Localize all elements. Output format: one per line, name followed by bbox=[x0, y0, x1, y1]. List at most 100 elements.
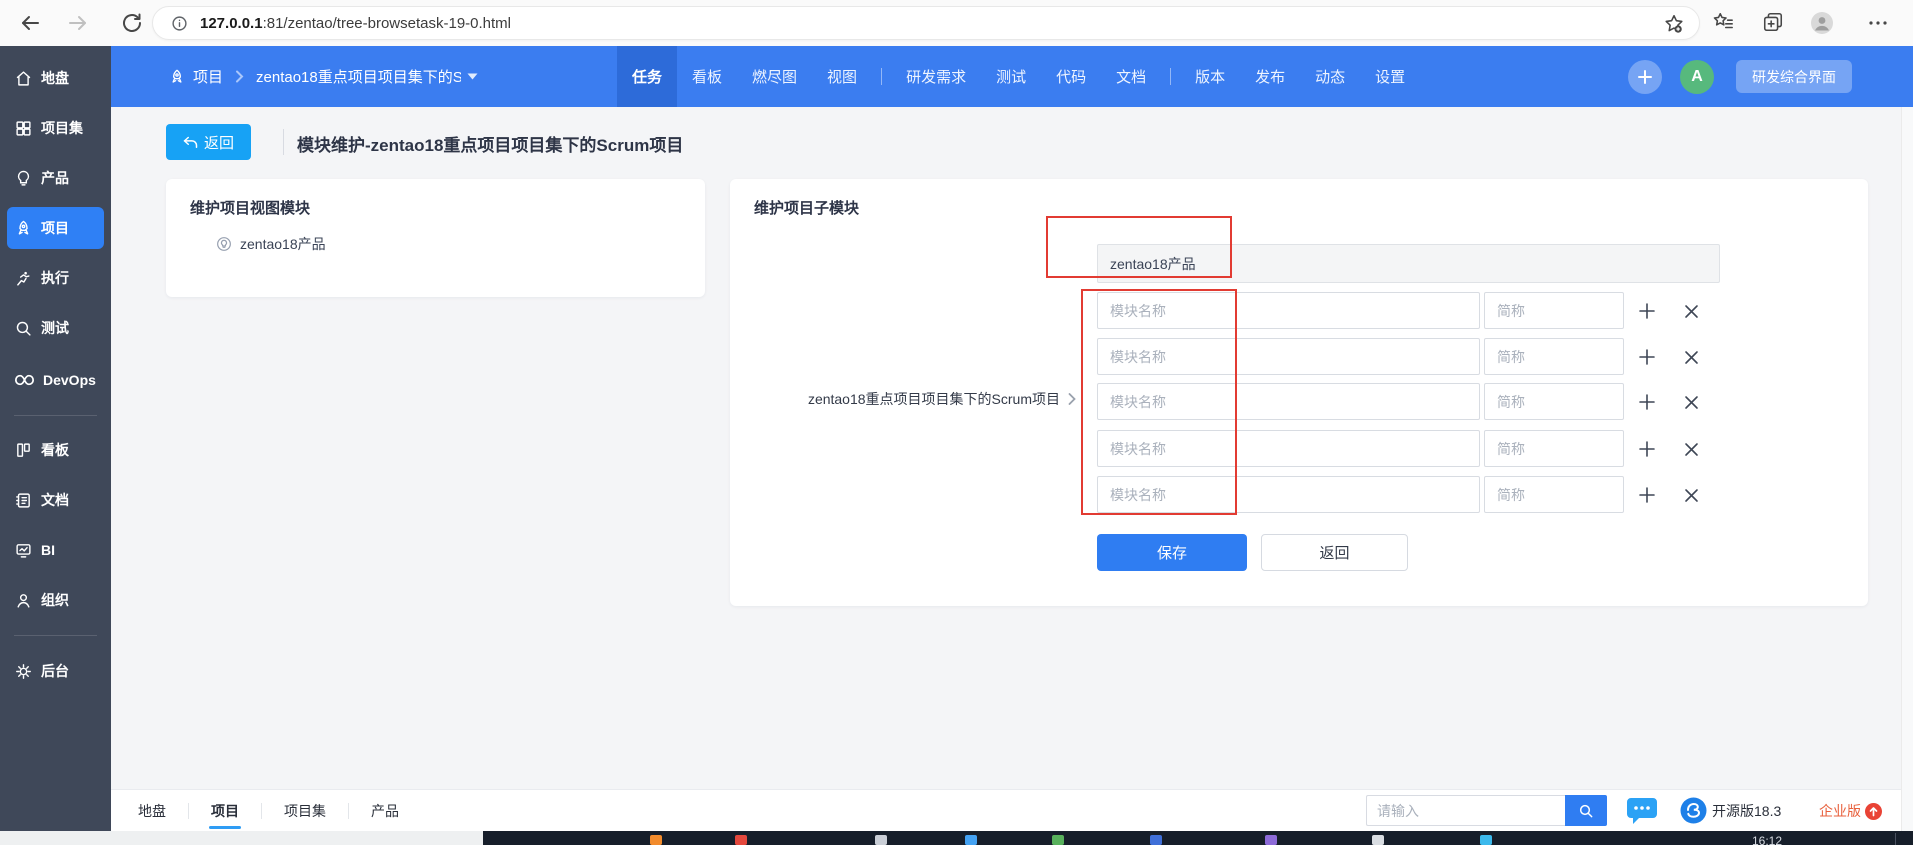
sidebar-item-doc[interactable]: 文档 bbox=[0, 479, 111, 521]
sidebar-item-product[interactable]: 产品 bbox=[0, 157, 111, 199]
tab-test[interactable]: 测试 bbox=[981, 46, 1041, 107]
sidebar-item-label: 地盘 bbox=[41, 70, 69, 86]
home-icon bbox=[15, 70, 32, 87]
remove-row-icon[interactable] bbox=[1679, 483, 1703, 507]
module-abbr-input[interactable] bbox=[1484, 476, 1624, 513]
site-info-icon[interactable] bbox=[171, 15, 188, 32]
module-name-input[interactable] bbox=[1097, 383, 1480, 420]
sidebar-item-label: 产品 bbox=[41, 170, 69, 186]
sidebar-item-project[interactable]: 项目 bbox=[0, 207, 111, 249]
taskbar-app-icon[interactable] bbox=[1265, 835, 1277, 845]
footer-tab-program[interactable]: 项目集 bbox=[280, 790, 330, 832]
footer-tab-home[interactable]: 地盘 bbox=[134, 790, 170, 832]
feedback-chat-icon[interactable] bbox=[1625, 796, 1659, 826]
favorites-icon[interactable] bbox=[1712, 11, 1736, 35]
add-favorite-icon[interactable] bbox=[1663, 13, 1685, 35]
url-bar[interactable]: 127.0.0.1:81/zentao/tree-browsetask-19-0… bbox=[152, 6, 1700, 40]
sidebar-item-program[interactable]: 项目集 bbox=[0, 107, 111, 149]
parent-module-input bbox=[1097, 244, 1720, 283]
sidebar-item-kanban[interactable]: 看板 bbox=[0, 429, 111, 471]
tab-view[interactable]: 视图 bbox=[812, 46, 872, 107]
sidebar-item-label: 项目 bbox=[41, 220, 69, 236]
save-button[interactable]: 保存 bbox=[1097, 534, 1247, 571]
taskbar-app-icon[interactable] bbox=[1480, 835, 1492, 845]
tab-task[interactable]: 任务 bbox=[617, 46, 678, 107]
module-name-input[interactable] bbox=[1097, 338, 1480, 375]
add-row-icon[interactable] bbox=[1635, 483, 1659, 507]
browser-menu-icon[interactable] bbox=[1866, 11, 1890, 35]
tab-story[interactable]: 研发需求 bbox=[891, 46, 981, 107]
browser-forward-icon[interactable] bbox=[66, 11, 90, 35]
sidebar-item-label: DevOps bbox=[43, 372, 96, 388]
add-row-icon[interactable] bbox=[1635, 390, 1659, 414]
search-button[interactable] bbox=[1565, 795, 1607, 826]
footer-tab-product[interactable]: 产品 bbox=[367, 790, 403, 832]
tab-kanban[interactable]: 看板 bbox=[677, 46, 737, 107]
module-name-input[interactable] bbox=[1097, 430, 1480, 467]
taskbar-app-icon[interactable] bbox=[650, 835, 662, 845]
user-avatar[interactable]: A bbox=[1680, 60, 1714, 94]
footer-tab-project[interactable]: 项目 bbox=[207, 790, 243, 832]
remove-row-icon[interactable] bbox=[1679, 345, 1703, 369]
remove-row-icon[interactable] bbox=[1679, 437, 1703, 461]
sidebar-item-devops[interactable]: DevOps bbox=[0, 359, 111, 401]
taskbar-app-icon[interactable] bbox=[1150, 835, 1162, 845]
module-name-input[interactable] bbox=[1097, 476, 1480, 513]
taskbar-app-icon[interactable] bbox=[875, 835, 887, 845]
breadcrumb-project[interactable]: zentao18重点项目项目集下的Scrum项目 bbox=[256, 66, 461, 87]
upgrade-link[interactable]: 企业版 bbox=[1819, 801, 1882, 821]
project-dropdown-caret-icon[interactable] bbox=[467, 73, 478, 80]
module-abbr-input[interactable] bbox=[1484, 430, 1624, 467]
workbench-button[interactable]: 研发综合界面 bbox=[1736, 60, 1852, 93]
breadcrumb-chevron-icon bbox=[235, 70, 244, 83]
product-tree-item[interactable]: zentao18产品 bbox=[216, 234, 326, 254]
sidebar-item-label: 组织 bbox=[41, 592, 69, 608]
add-row-icon[interactable] bbox=[1635, 345, 1659, 369]
tab-code[interactable]: 代码 bbox=[1041, 46, 1101, 107]
windows-taskbar: 16:12 bbox=[0, 831, 1913, 845]
back-button[interactable]: 返回 bbox=[166, 124, 251, 160]
module-abbr-input[interactable] bbox=[1484, 383, 1624, 420]
module-abbr-input[interactable] bbox=[1484, 338, 1624, 375]
taskbar-app-icon[interactable] bbox=[965, 835, 977, 845]
search-input[interactable] bbox=[1366, 795, 1565, 826]
remove-row-icon[interactable] bbox=[1679, 390, 1703, 414]
taskbar-app-icon[interactable] bbox=[735, 835, 747, 845]
sidebar-item-qa[interactable]: 测试 bbox=[0, 307, 111, 349]
module-name-input[interactable] bbox=[1097, 292, 1480, 329]
admin-icon bbox=[15, 663, 32, 680]
browser-back-icon[interactable] bbox=[18, 11, 42, 35]
taskbar-app-icon[interactable] bbox=[1052, 835, 1064, 845]
tab-separator bbox=[881, 68, 883, 85]
sidebar-item-bi[interactable]: BI bbox=[0, 529, 111, 571]
footer-separator bbox=[261, 803, 262, 819]
collections-icon[interactable] bbox=[1762, 11, 1786, 35]
sidebar-item-org[interactable]: 组织 bbox=[0, 579, 111, 621]
sidebar-item-label: 看板 bbox=[41, 442, 69, 458]
page-scrollbar[interactable] bbox=[1901, 107, 1913, 831]
tab-build[interactable]: 版本 bbox=[1180, 46, 1240, 107]
sidebar-item-admin[interactable]: 后台 bbox=[0, 650, 111, 692]
breadcrumb-app[interactable]: 项目 bbox=[193, 66, 223, 87]
tab-doc[interactable]: 文档 bbox=[1101, 46, 1161, 107]
tab-settings[interactable]: 设置 bbox=[1360, 46, 1420, 107]
taskbar-app-icon[interactable] bbox=[1372, 835, 1384, 845]
module-abbr-input[interactable] bbox=[1484, 292, 1624, 329]
footer-separator bbox=[188, 803, 189, 819]
add-row-icon[interactable] bbox=[1635, 437, 1659, 461]
browser-profile-avatar[interactable] bbox=[1810, 11, 1834, 35]
app-footer: 地盘 项目 项目集 产品 开源版18.3 企业版 bbox=[111, 789, 1901, 831]
sidebar-item-home[interactable]: 地盘 bbox=[0, 57, 111, 99]
tab-dynamic[interactable]: 动态 bbox=[1300, 46, 1360, 107]
back-arrow-icon bbox=[183, 135, 198, 149]
add-row-icon[interactable] bbox=[1635, 299, 1659, 323]
remove-row-icon[interactable] bbox=[1679, 299, 1703, 323]
browser-refresh-icon[interactable] bbox=[120, 11, 144, 35]
form-back-button[interactable]: 返回 bbox=[1261, 534, 1408, 571]
tab-release[interactable]: 发布 bbox=[1240, 46, 1300, 107]
tab-burndown[interactable]: 燃尽图 bbox=[737, 46, 812, 107]
product-circle-icon bbox=[216, 236, 232, 252]
zentao-logo-icon[interactable] bbox=[1680, 797, 1707, 824]
sidebar-item-execution[interactable]: 执行 bbox=[0, 257, 111, 299]
quick-create-button[interactable] bbox=[1628, 60, 1662, 94]
